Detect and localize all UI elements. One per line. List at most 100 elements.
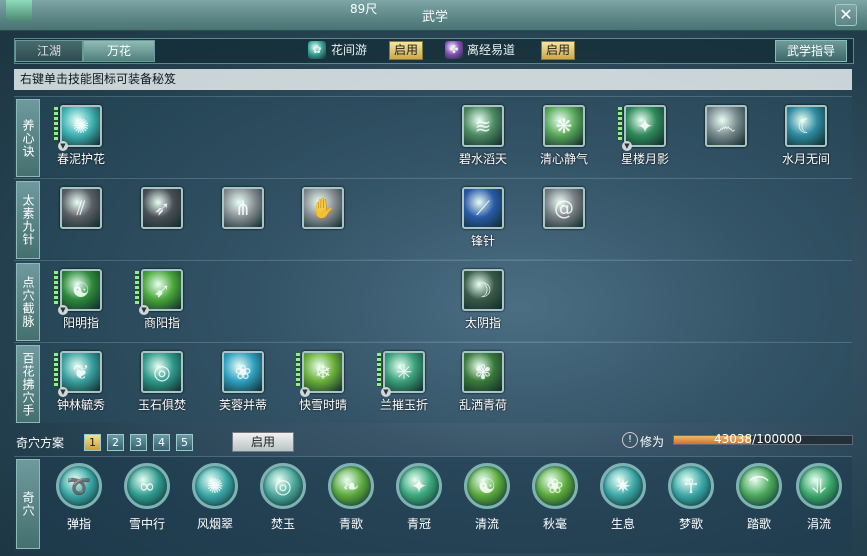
skill-row-taisujiuzhen: 太素九针 ⫽ ➶ ⋔ ✋ ⟋ 锋针 @	[14, 178, 852, 259]
shangyang-icon[interactable]: ➹ ▼	[135, 269, 183, 315]
chevron-down-icon[interactable]: ▼	[58, 305, 68, 315]
qixue-tage[interactable]: ⌒ 踏歌	[726, 463, 792, 532]
qixue-qingliu[interactable]: ☯ 清流	[454, 463, 520, 532]
skill-kuaixueshiqing[interactable]: ❄ ▼ 快雪时晴	[288, 351, 358, 413]
autumn-hair-icon[interactable]: ❀	[532, 463, 578, 509]
enable-lijingyidao-button[interactable]: 启用	[541, 41, 576, 60]
skill-chunnihuhua[interactable]: ✺ ▼ 春泥护花	[46, 105, 116, 167]
qixue-fengyancui[interactable]: ✺ 风烟翠	[182, 463, 248, 532]
skill-lancuiyuzhe[interactable]: ✳ ▼ 兰摧玉折	[369, 351, 439, 413]
skill-name: 快雪时晴	[298, 398, 347, 412]
skill-bishuitaotian[interactable]: ≋ 碧水滔天	[448, 105, 518, 167]
skill-swirl[interactable]: ෴	[691, 105, 761, 150]
chevron-down-icon[interactable]: ▼	[139, 305, 149, 315]
tab-wanhua[interactable]: 万花	[83, 40, 155, 62]
plan-option-2[interactable]: 2	[107, 434, 124, 451]
enable-huajianyou-button[interactable]: 启用	[389, 41, 424, 60]
skill-vortex[interactable]: @	[529, 187, 599, 232]
trickle-icon[interactable]: ⥥	[796, 463, 842, 509]
lotus-icon[interactable]: ❀	[222, 351, 264, 393]
skill-yushijufen[interactable]: ◎ 玉石俱焚	[127, 351, 197, 413]
snow-icon[interactable]: ❄ ▼	[296, 351, 344, 397]
dream-song-icon[interactable]: ☥	[668, 463, 714, 509]
secret-slot-indicator	[54, 271, 58, 305]
skill-row-dianxuejiemai: 点穴截脉 ☯ ▼ 阳明指 ➹ ▼ 商阳指 ☽ 太阴指	[14, 260, 852, 341]
jade-icon[interactable]: ◎	[141, 351, 183, 393]
qixue-juanliu[interactable]: ⥥ 涓流	[786, 463, 852, 532]
info-icon[interactable]: !	[622, 432, 638, 448]
orchid-icon[interactable]: ✳ ▼	[377, 351, 425, 397]
water-moon-icon[interactable]: ☾	[785, 105, 827, 147]
apply-plan-button[interactable]: 启用	[232, 432, 294, 452]
title-bar[interactable]: 89尺 武学 ✕	[0, 0, 867, 31]
flick-icon[interactable]: ➰	[56, 463, 102, 509]
skill-shangyangzhi[interactable]: ➹ ▼ 商阳指	[127, 269, 197, 331]
chevron-down-icon[interactable]: ▼	[58, 387, 68, 397]
row-label-qixue: 奇穴	[16, 459, 40, 549]
xiuwei-label: 修为	[640, 435, 665, 449]
swirl-icon[interactable]: ෴	[705, 105, 747, 147]
qixue-qingguan[interactable]: ✦ 青冠	[386, 463, 452, 532]
skill-luansaqinghe[interactable]: ✾ 乱洒青荷	[448, 351, 518, 413]
blue-water-icon[interactable]: ≋	[462, 105, 504, 147]
close-button[interactable]: ✕	[835, 4, 857, 26]
secret-slot-indicator	[135, 271, 139, 305]
skill-taiyinzhi[interactable]: ☽ 太阴指	[448, 269, 518, 331]
skill-name: 阳明指	[62, 316, 99, 330]
forest-icon[interactable]: ❦ ▼	[54, 351, 102, 397]
skill-name: 星楼月影	[620, 152, 669, 166]
green-song-icon[interactable]: ❧	[328, 463, 374, 509]
chevron-down-icon[interactable]: ▼	[58, 141, 68, 151]
clear-mind-icon[interactable]: ❋	[543, 105, 585, 147]
blade-icon[interactable]: ➶	[141, 187, 183, 229]
skill-zhonglinyuxiu[interactable]: ❦ ▼ 钟林毓秀	[46, 351, 116, 413]
burning-jade-icon[interactable]: ◎	[260, 463, 306, 509]
qixue-qiuhao[interactable]: ❀ 秋毫	[522, 463, 588, 532]
tab-jianghu[interactable]: 江湖	[15, 40, 83, 62]
skill-shuiyuewujian[interactable]: ☾ 水月无间	[771, 105, 841, 167]
chevron-down-icon[interactable]: ▼	[622, 141, 632, 151]
skill-blade[interactable]: ➶	[127, 187, 197, 232]
star-tower-icon[interactable]: ✦ ▼	[618, 105, 666, 151]
yangming-icon[interactable]: ☯ ▼	[54, 269, 102, 315]
qixue-name: 焚玉	[270, 517, 295, 531]
qixue-shengxi[interactable]: ✷ 生息	[590, 463, 656, 532]
qixue-qingge[interactable]: ❧ 青歌	[318, 463, 384, 532]
hand-icon[interactable]: ⋔	[222, 187, 264, 229]
sharp-needle-icon[interactable]: ⟋	[462, 187, 504, 229]
skill-needle[interactable]: ⫽	[46, 187, 116, 232]
qixue-fenyu[interactable]: ◎ 焚玉	[250, 463, 316, 532]
taiyin-icon[interactable]: ☽	[462, 269, 504, 311]
martial-guide-button[interactable]: 武学指导	[775, 40, 847, 62]
skill-furongbingdi[interactable]: ❀ 芙蓉并蒂	[208, 351, 278, 413]
dance-song-icon[interactable]: ⌒	[736, 463, 782, 509]
snow-walk-icon[interactable]: ∞	[124, 463, 170, 509]
plan-option-5[interactable]: 5	[176, 434, 193, 451]
vortex-icon[interactable]: @	[543, 187, 585, 229]
chevron-down-icon[interactable]: ▼	[381, 387, 391, 397]
skill-hand[interactable]: ⋔	[208, 187, 278, 232]
clear-stream-icon[interactable]: ☯	[464, 463, 510, 509]
qixue-mengge[interactable]: ☥ 梦歌	[658, 463, 724, 532]
breath-icon[interactable]: ✷	[600, 463, 646, 509]
window-title: 武学	[422, 10, 449, 25]
skill-yangmingzhi[interactable]: ☯ ▼ 阳明指	[46, 269, 116, 331]
row-label-baihuafuxueshou: 百花拂穴手	[16, 345, 40, 423]
plan-option-4[interactable]: 4	[153, 434, 170, 451]
qixue-xuezhongxing[interactable]: ∞ 雪中行	[114, 463, 180, 532]
needle-icon[interactable]: ⫽	[60, 187, 102, 229]
skill-xingloueyueying[interactable]: ✦ ▼ 星楼月影	[610, 105, 680, 167]
skill-palm[interactable]: ✋	[288, 187, 358, 232]
skill-fengzhen[interactable]: ⟋ 锋针	[448, 187, 518, 249]
chevron-down-icon[interactable]: ▼	[300, 387, 310, 397]
qixue-tanzhi[interactable]: ➰ 弹指	[46, 463, 112, 532]
wind-smoke-icon[interactable]: ✺	[192, 463, 238, 509]
green-lotus-icon[interactable]: ✾	[462, 351, 504, 393]
plan-option-1[interactable]: 1	[84, 434, 101, 451]
row-label-taisujiuzhen: 太素九针	[16, 181, 40, 259]
plan-option-3[interactable]: 3	[130, 434, 147, 451]
spring-mud-icon[interactable]: ✺ ▼	[54, 105, 102, 151]
palm-icon[interactable]: ✋	[302, 187, 344, 229]
skill-qingxinjingqi[interactable]: ❋ 清心静气	[529, 105, 599, 167]
green-crown-icon[interactable]: ✦	[396, 463, 442, 509]
